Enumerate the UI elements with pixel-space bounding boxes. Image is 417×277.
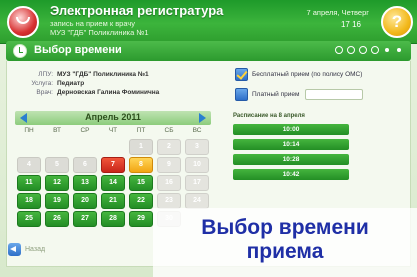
back-button[interactable]: Назад [8, 243, 45, 256]
calendar-empty-cell [45, 139, 69, 155]
service-label: Услуга: [31, 80, 53, 87]
calendar-day: 10 [185, 157, 209, 173]
calendar-day[interactable]: 29 [129, 211, 153, 227]
step-dot [359, 46, 367, 54]
calendar-day[interactable]: 8 [129, 157, 153, 173]
app-logo-icon [7, 6, 39, 38]
calendar-day[interactable]: 27 [73, 211, 97, 227]
calendar-weekdays: ПН ВТ СР ЧТ ПТ СБ ВС [15, 127, 211, 134]
calendar-day: 1 [129, 139, 153, 155]
calendar-empty-cell [17, 139, 41, 155]
time-slot-button[interactable]: 10:28 [233, 154, 349, 165]
current-date: 7 апреля, Четверг [306, 8, 369, 17]
appointment-info: ЛПУ: МУЗ "ГДБ" Поликлиника №1 Услуга: Педи… [23, 70, 159, 97]
calendar-empty-cell [101, 139, 125, 155]
calendar-day[interactable]: 15 [129, 175, 153, 191]
calendar-day[interactable]: 12 [45, 175, 69, 191]
calendar-day[interactable]: 21 [101, 193, 125, 209]
weekday-label: СБ [164, 127, 174, 134]
paid-option-label: Платный прием [252, 91, 300, 98]
time-slot-button[interactable]: 10:42 [233, 169, 349, 180]
calendar-day[interactable]: 20 [73, 193, 97, 209]
calendar-day: 23 [157, 193, 181, 209]
clock-icon [13, 44, 27, 58]
doctor-value: Дерновская Галина Фоминична [57, 89, 160, 96]
calendar-day[interactable]: 19 [45, 193, 69, 209]
current-time: 17 16 [340, 20, 361, 29]
step-dot-pending [397, 48, 401, 52]
time-slot-button[interactable]: 10:14 [233, 139, 349, 150]
weekday-label: СР [80, 127, 90, 134]
weekday-label: ВТ [53, 127, 61, 134]
calendar-day[interactable]: 28 [101, 211, 125, 227]
step-dot-pending [385, 48, 389, 52]
checkbox-checked-icon[interactable] [235, 68, 248, 81]
calendar-header: Апрель 2011 [15, 111, 211, 125]
calendar-month: Апрель 2011 [85, 112, 141, 122]
calendar-day[interactable]: 7 [101, 157, 125, 173]
weekday-label: ЧТ [108, 127, 118, 134]
step-indicator [335, 46, 403, 54]
doctor-label: Врач: [36, 89, 53, 96]
calendar-day: 9 [157, 157, 181, 173]
calendar-day[interactable]: 14 [101, 175, 125, 191]
free-option[interactable]: Бесплатный прием (по полису ОМС) [235, 68, 362, 81]
paid-input[interactable] [305, 89, 364, 100]
section-bar: Выбор времени [6, 41, 411, 61]
app-header: Электронная регистратура запись на прием… [0, 0, 417, 44]
caption-line-2: приема [246, 240, 324, 263]
schedule-title: Расписание на 8 апреля [233, 113, 305, 119]
step-dot [371, 46, 379, 54]
app-title: Электронная регистратура [50, 3, 224, 18]
calendar-day: 2 [157, 139, 181, 155]
time-slots: 10:00 10:14 10:28 10:42 [233, 124, 349, 180]
calendar-day: 5 [45, 157, 69, 173]
weekday-label: ПН [24, 127, 34, 134]
calendar-day[interactable]: 11 [17, 175, 41, 191]
service-value: Педиатр [57, 80, 85, 87]
calendar-day: 3 [185, 139, 209, 155]
free-option-label: Бесплатный прием (по полису ОМС) [252, 71, 363, 78]
caption-overlay: Выбор времени приема [153, 208, 417, 277]
calendar-day[interactable]: 22 [129, 193, 153, 209]
weekday-label: ВС [192, 127, 202, 134]
step-dot [347, 46, 355, 54]
calendar-day[interactable]: 26 [45, 211, 69, 227]
calendar-day: 4 [17, 157, 41, 173]
step-dot [335, 46, 343, 54]
checkbox-icon[interactable] [235, 88, 248, 101]
app-subtitle: запись на прием к врачу [50, 19, 136, 28]
calendar-empty-cell [73, 139, 97, 155]
calendar-day[interactable]: 18 [17, 193, 41, 209]
calendar-day: 6 [73, 157, 97, 173]
calendar-day: 17 [185, 175, 209, 191]
time-slot-button[interactable]: 10:00 [233, 124, 349, 135]
calendar-day: 16 [157, 175, 181, 191]
back-label: Назад [25, 246, 46, 253]
calendar-day: 24 [185, 193, 209, 209]
calendar-day[interactable]: 13 [73, 175, 97, 191]
lpu-label: ЛПУ: [38, 71, 53, 78]
caption-line-1: Выбор времени [201, 216, 369, 239]
clinic-name: МУЗ "ГДБ" Поликлиника №1 [50, 28, 149, 37]
section-title: Выбор времени [34, 44, 122, 56]
paid-option[interactable]: Платный прием [235, 88, 364, 101]
lpu-value: МУЗ "ГДБ" Поликлиника №1 [57, 71, 149, 78]
arrow-left-icon [8, 243, 21, 256]
weekday-label: ПТ [136, 127, 146, 134]
help-button[interactable]: ? [381, 6, 413, 38]
next-month-icon[interactable] [199, 113, 206, 123]
calendar-day[interactable]: 25 [17, 211, 41, 227]
